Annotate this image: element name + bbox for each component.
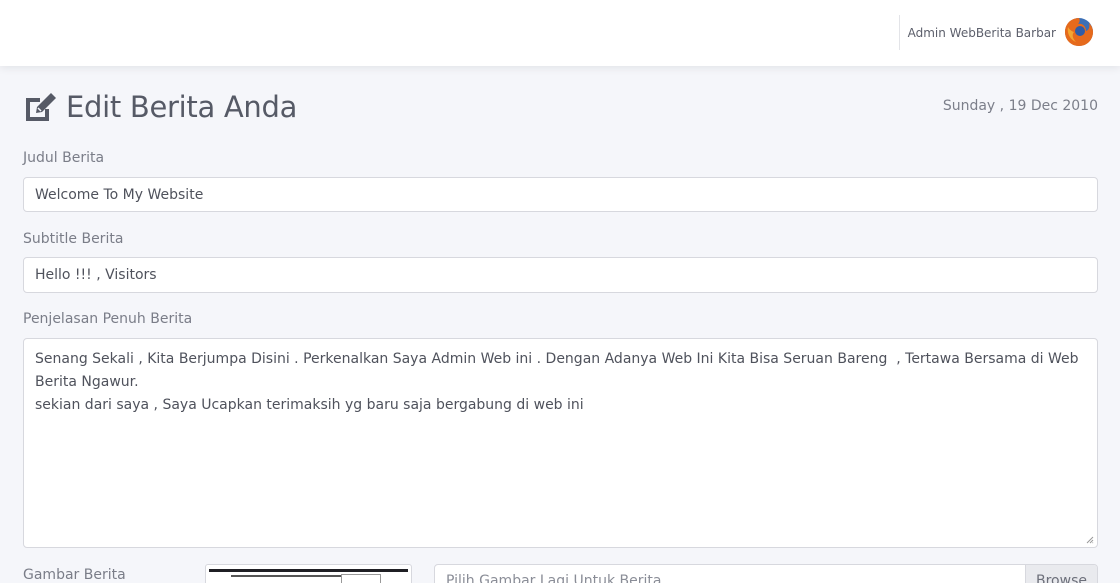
navbar-divider — [899, 15, 900, 50]
penjelasan-label: Penjelasan Penuh Berita — [23, 311, 193, 327]
penjelasan-textarea[interactable]: Senang Sekali , Kita Berjumpa Disini . P… — [23, 338, 1098, 548]
subtitle-label: Subtitle Berita — [23, 231, 124, 247]
preview-header-bar — [209, 569, 408, 572]
file-input[interactable]: Pilih Gambar Lagi Untuk Berita Browse — [434, 564, 1098, 583]
judul-input[interactable]: Welcome To My Website — [23, 177, 1098, 212]
subtitle-input-value: Hello !!! , Visitors — [35, 267, 157, 283]
page-header: Edit Berita Anda — [23, 90, 297, 124]
user-name[interactable]: Admin WebBerita Barbar — [908, 26, 1056, 40]
firefox-logo-icon[interactable] — [1064, 17, 1094, 47]
gambar-label: Gambar Berita — [23, 567, 126, 583]
judul-label: Judul Berita — [23, 150, 105, 166]
file-input-placeholder: Pilih Gambar Lagi Untuk Berita — [446, 573, 662, 583]
page-title: Edit Berita Anda — [66, 90, 298, 124]
judul-input-value: Welcome To My Website — [35, 186, 204, 203]
penjelasan-text: Senang Sekali , Kita Berjumpa Disini . P… — [35, 351, 1079, 413]
top-navbar: Admin WebBerita Barbar — [0, 0, 1120, 66]
image-preview — [205, 564, 412, 583]
browse-button[interactable]: Browse — [1025, 565, 1097, 583]
preview-box — [341, 574, 381, 583]
resize-grip-icon[interactable] — [1086, 536, 1094, 544]
preview-nav-bar — [231, 575, 341, 577]
current-date: Sunday , 19 Dec 2010 — [942, 98, 1098, 114]
subtitle-input[interactable]: Hello !!! , Visitors — [23, 257, 1098, 293]
edit-icon — [26, 92, 56, 121]
